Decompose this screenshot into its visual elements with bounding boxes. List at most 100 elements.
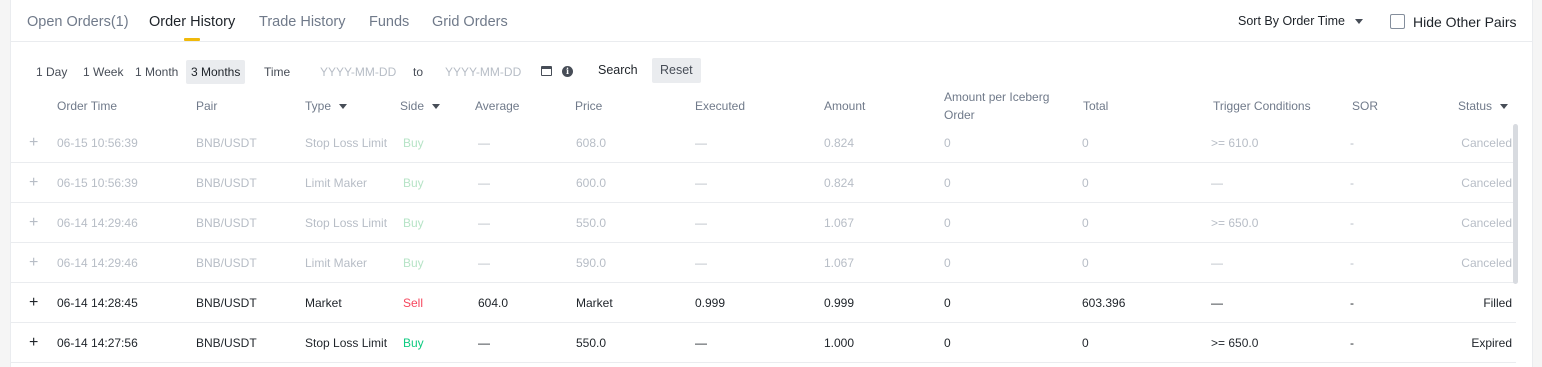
col-status-label: Status <box>1458 99 1493 113</box>
active-tab-indicator <box>184 38 200 41</box>
col-side[interactable]: Side <box>400 97 441 115</box>
scrollbar[interactable] <box>1513 124 1518 284</box>
cell-status: Canceled <box>1461 176 1512 190</box>
cell-status: Canceled <box>1461 136 1512 150</box>
expand-plus-icon[interactable]: + <box>29 243 38 283</box>
col-iceberg-line2: Order <box>944 108 975 122</box>
col-order-time: Order Time <box>57 99 118 113</box>
tab-funds[interactable]: Funds <box>369 14 409 30</box>
cell-iceberg: 0 <box>944 256 951 270</box>
hide-other-pairs-checkbox[interactable] <box>1390 14 1405 29</box>
range-3-months[interactable]: 3 Months <box>186 60 246 84</box>
cell-average: — <box>478 216 490 230</box>
cell-order-time: 06-14 14:28:45 <box>57 296 138 310</box>
cell-iceberg: 0 <box>944 336 951 350</box>
caret-down-icon <box>432 104 441 110</box>
cell-total: 0 <box>1082 136 1089 150</box>
cell-iceberg: 0 <box>944 176 951 190</box>
calendar-icon[interactable] <box>541 66 552 76</box>
cell-pair: BNB/USDT <box>196 216 257 230</box>
expand-plus-icon[interactable]: + <box>29 203 38 243</box>
cell-side: Buy <box>403 216 424 230</box>
cell-price: 590.0 <box>576 256 607 270</box>
table-row[interactable]: +06-14 14:27:56 BNB/USDT Stop Loss Limit Bu… <box>11 323 1516 363</box>
expand-plus-icon[interactable]: + <box>29 123 38 163</box>
cell-sor: - <box>1350 336 1354 350</box>
col-pair: Pair <box>196 99 218 113</box>
reset-button[interactable]: Reset <box>652 58 701 83</box>
expand-plus-icon[interactable]: + <box>29 283 38 323</box>
col-average: Average <box>475 99 520 113</box>
hide-other-pairs-toggle[interactable]: Hide Other Pairs <box>1390 14 1516 30</box>
search-button[interactable]: Search <box>590 58 646 83</box>
caret-down-icon <box>1500 104 1509 110</box>
info-icon[interactable]: i <box>562 66 573 77</box>
cell-type: Market <box>305 296 342 310</box>
cell-iceberg: 0 <box>944 296 951 310</box>
cell-average: — <box>478 136 490 150</box>
tab-grid-orders[interactable]: Grid Orders <box>432 14 508 30</box>
table-row[interactable]: +06-14 14:29:46 BNB/USDT Stop Loss Limit Bu… <box>11 203 1516 243</box>
table-row[interactable]: +06-14 14:28:45 BNB/USDT Market Sell 604.0 Ma… <box>11 283 1516 323</box>
cell-type: Stop Loss Limit <box>305 336 388 350</box>
end-date-input[interactable]: YYYY-MM-DD <box>445 60 521 84</box>
cell-status: Canceled <box>1461 216 1512 230</box>
cell-total: 0 <box>1082 176 1089 190</box>
cell-price: 600.0 <box>576 176 607 190</box>
range-1-month[interactable]: 1 Month <box>135 60 178 84</box>
col-status[interactable]: Status <box>1458 97 1509 115</box>
cell-type: Limit Maker <box>305 176 368 190</box>
col-iceberg-line1: Amount per Iceberg <box>944 90 1050 104</box>
tab-order-history[interactable]: Order History <box>149 14 235 30</box>
table-row[interactable]: +06-15 10:56:39 BNB/USDT Limit Maker Buy — 60… <box>11 163 1516 203</box>
cell-trigger: >= 650.0 <box>1211 216 1259 230</box>
cell-amount: 1.000 <box>824 336 855 350</box>
cell-pair: BNB/USDT <box>196 296 257 310</box>
cell-amount: 0.824 <box>824 176 855 190</box>
cell-trigger: — <box>1211 256 1223 270</box>
tab-open-orders[interactable]: Open Orders(1) <box>27 14 129 30</box>
tabs-bar: Open Orders(1) Order History Trade Histo… <box>11 0 1532 42</box>
cell-amount: 1.067 <box>824 256 855 270</box>
table-row[interactable]: +06-15 10:56:39 BNB/USDT Stop Loss Limit Bu… <box>11 123 1516 163</box>
cell-price: Market <box>576 296 613 310</box>
col-sor: SOR <box>1352 99 1379 113</box>
range-1-week[interactable]: 1 Week <box>83 60 123 84</box>
cell-total: 603.396 <box>1082 296 1126 310</box>
cell-price: 608.0 <box>576 136 607 150</box>
col-executed: Executed <box>695 99 746 113</box>
cell-price: 550.0 <box>576 336 607 350</box>
table-row[interactable]: +06-14 14:29:46 BNB/USDT Limit Maker Buy — 59… <box>11 243 1516 283</box>
cell-average: — <box>478 176 490 190</box>
hide-other-pairs-label: Hide Other Pairs <box>1413 14 1517 30</box>
cell-executed: — <box>695 256 707 270</box>
cell-order-time: 06-14 14:29:46 <box>57 256 138 270</box>
time-label: Time <box>264 65 291 79</box>
cell-trigger: >= 650.0 <box>1211 336 1259 350</box>
cell-pair: BNB/USDT <box>196 256 257 270</box>
col-price: Price <box>575 99 603 113</box>
sort-dropdown[interactable]: Sort By Order Time <box>1238 14 1363 28</box>
sort-label: Sort By Order Time <box>1238 14 1345 28</box>
cell-status: Filled <box>1483 296 1512 310</box>
tab-trade-history[interactable]: Trade History <box>259 14 345 30</box>
cell-sor: - <box>1350 176 1354 190</box>
expand-plus-icon[interactable]: + <box>29 163 38 203</box>
cell-amount: 0.999 <box>824 296 855 310</box>
cell-order-time: 06-14 14:27:56 <box>57 336 138 350</box>
cell-order-time: 06-15 10:56:39 <box>57 136 138 150</box>
cell-executed: — <box>695 216 707 230</box>
start-date-input[interactable]: YYYY-MM-DD <box>320 60 396 84</box>
col-side-label: Side <box>400 99 425 113</box>
expand-plus-icon[interactable]: + <box>29 323 38 363</box>
cell-total: 0 <box>1082 216 1089 230</box>
range-1-day[interactable]: 1 Day <box>36 60 67 84</box>
cell-pair: BNB/USDT <box>196 176 257 190</box>
cell-sor: - <box>1350 256 1354 270</box>
col-type[interactable]: Type <box>305 97 348 115</box>
cell-executed: 0.999 <box>695 296 726 310</box>
cell-executed: — <box>695 336 707 350</box>
caret-down-icon <box>1354 19 1363 25</box>
cell-trigger: >= 610.0 <box>1211 136 1259 150</box>
cell-total: 0 <box>1082 336 1089 350</box>
